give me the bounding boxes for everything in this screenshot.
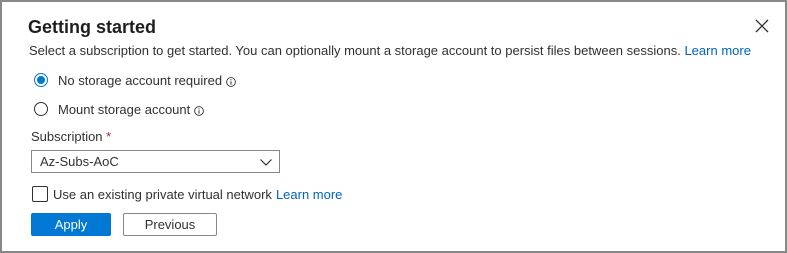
info-icon[interactable] [226,75,236,87]
radio-no-storage[interactable]: No storage account required [34,70,236,90]
close-icon[interactable] [751,15,773,37]
vnet-label: Use an existing private virtual network [53,186,272,202]
subscription-value: Az-Subs-AoC [40,154,119,169]
subscription-dropdown[interactable]: Az-Subs-AoC [31,150,280,173]
previous-button[interactable]: Previous [123,213,217,236]
radio-label-no-storage: No storage account required [58,72,223,88]
required-marker: * [106,129,112,144]
dialog-title: Getting started [28,17,157,37]
learn-more-link[interactable]: Learn more [684,43,750,58]
chevron-down-icon [259,156,273,168]
vnet-checkbox-row[interactable]: Use an existing private virtual network … [32,184,342,204]
info-icon[interactable] [194,104,205,116]
radio-label-mount-storage: Mount storage account [58,101,191,117]
vnet-checkbox[interactable] [32,186,48,202]
description-text: Select a subscription to get started. Yo… [29,43,681,58]
radio-button-selected[interactable] [34,73,48,87]
vnet-learn-more-link[interactable]: Learn more [276,187,342,202]
dialog-description: Select a subscription to get started. Yo… [29,42,751,60]
apply-button[interactable]: Apply [31,213,111,236]
subscription-label: Subscription * [31,128,111,146]
radio-mount-storage[interactable]: Mount storage account [34,99,205,119]
getting-started-dialog: Getting started Select a subscription to… [0,0,787,253]
subscription-label-text: Subscription [31,129,103,144]
radio-button-unselected[interactable] [34,102,48,116]
